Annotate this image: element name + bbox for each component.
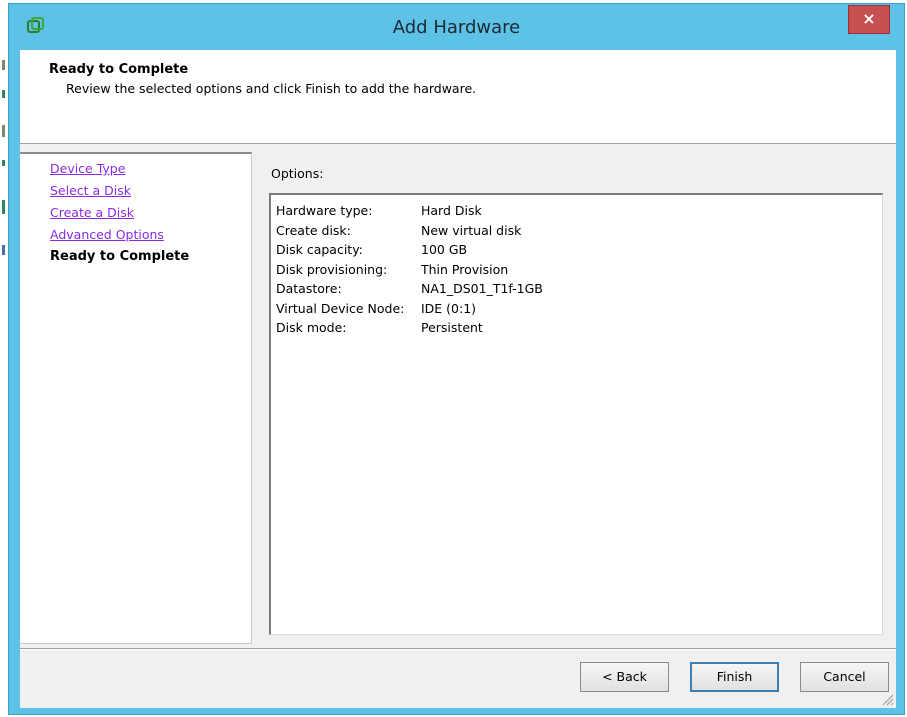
option-value: IDE (0:1) [421,300,477,316]
option-row-disk-mode: Disk mode: Persistent [271,318,882,338]
option-value: Persistent [421,320,483,335]
options-label: Options: [271,166,324,181]
option-key: Disk provisioning: [276,261,388,277]
page-title: Ready to Complete [49,62,189,77]
page-subtitle: Review the selected options and click Fi… [66,81,477,96]
close-button[interactable]: × [848,5,890,34]
option-row-create-disk: Create disk: New virtual disk [271,221,882,241]
option-key: Virtual Device Node: [276,300,405,316]
option-value: Thin Provision [421,261,509,277]
option-row-virtual-device-node: Virtual Device Node: IDE (0:1) [271,299,882,319]
step-select-disk[interactable]: Select a Disk [50,180,251,202]
option-row-disk-provisioning: Disk provisioning: Thin Provision [271,260,882,280]
option-key: Create disk: [276,222,351,238]
finish-button[interactable]: Finish [690,662,779,692]
option-key: Disk mode: [276,320,347,335]
title-bar[interactable]: Add Hardware × [9,4,904,50]
wizard-header: Ready to Complete Review the selected op… [20,50,896,144]
resize-grip-icon[interactable] [880,692,894,706]
dialog-body: Ready to Complete Review the selected op… [20,50,896,708]
add-hardware-dialog: Add Hardware × Ready to Complete Review … [8,3,905,715]
option-row-hardware-type: Hardware type: Hard Disk [271,201,882,221]
step-device-type[interactable]: Device Type [50,158,251,180]
option-key: Hardware type: [276,203,373,218]
option-key: Datastore: [276,281,342,296]
option-value: 100 GB [421,242,468,257]
step-create-disk[interactable]: Create a Disk [50,202,251,224]
option-value: Hard Disk [421,203,482,218]
option-value: New virtual disk [421,222,522,238]
wizard-steps-panel: Device Type Select a Disk Create a Disk … [20,152,252,644]
step-ready-to-complete: Ready to Complete [50,249,190,264]
option-key: Disk capacity: [276,242,363,257]
option-value: NA1_DS01_T1f-1GB [421,281,543,296]
window-title: Add Hardware [392,17,521,38]
footer-divider [20,648,896,650]
back-button[interactable]: < Back [580,662,669,692]
step-advanced-options[interactable]: Advanced Options [50,224,251,246]
options-summary-box[interactable]: Hardware type: Hard Disk Create disk: New … [269,193,883,635]
option-row-datastore: Datastore: NA1_DS01_T1f-1GB [271,279,882,299]
option-row-disk-capacity: Disk capacity: 100 GB [271,240,882,260]
cancel-button[interactable]: Cancel [800,662,889,692]
